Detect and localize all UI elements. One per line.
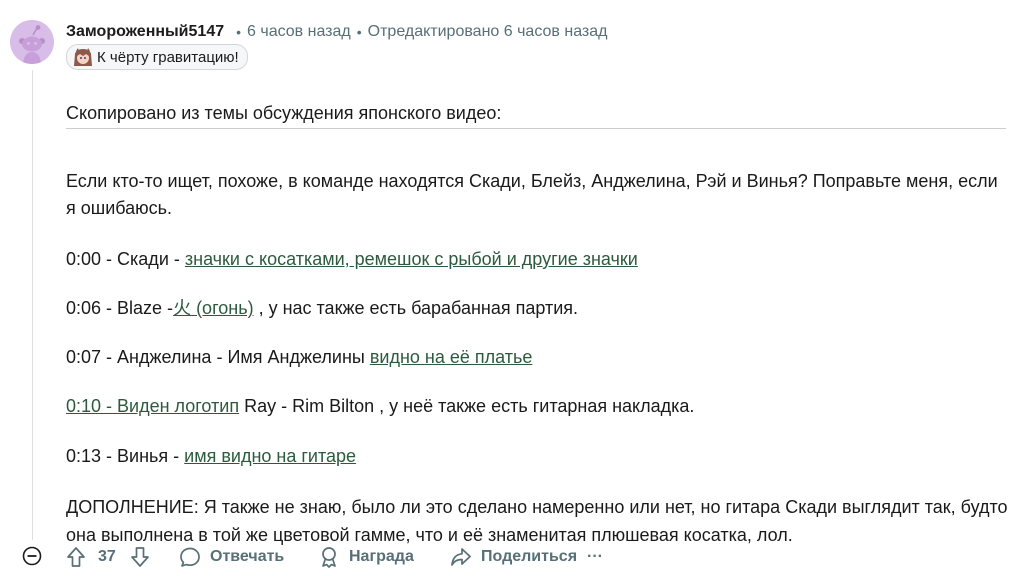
upvote-arrow-icon xyxy=(67,547,85,567)
comment-paragraph: Если кто-то ищет, похоже, в команде нахо… xyxy=(66,171,998,218)
timestamp-line-3: 0:07 - Анджелина - Имя Анджелины видно н… xyxy=(66,344,532,370)
edited-label: Отредактировано 6 часов назад xyxy=(367,23,608,40)
collapse-thread-button[interactable] xyxy=(22,546,42,566)
downvote-arrow-icon xyxy=(131,547,149,567)
comment-container: Замороженный5147 • 6 часов назад • Отред… xyxy=(0,0,1024,576)
line-text: 0:06 - Blaze - xyxy=(66,298,174,318)
meta-separator: • xyxy=(236,24,242,40)
share-button[interactable]: Поделиться xyxy=(449,542,577,572)
downvote-button[interactable] xyxy=(128,542,152,572)
meta-separator: • xyxy=(356,24,362,40)
avatar[interactable] xyxy=(10,20,54,64)
timestamp-line-1: 0:00 - Скади - значки с косатками, ремеш… xyxy=(66,246,638,272)
timestamp-line-2: 0:06 - Blaze -火 (огонь) , у нас также ес… xyxy=(66,295,578,321)
link-skadi-badges[interactable]: значки с косатками, ремешок с рыбой и др… xyxy=(185,249,638,269)
timestamp-line-5: 0:13 - Винья - имя видно на гитаре xyxy=(66,443,356,469)
upvote-button[interactable] xyxy=(64,542,88,572)
horizontal-rule xyxy=(66,128,1006,129)
username[interactable]: Замороженный5147 xyxy=(66,23,224,41)
link-angelina-dress[interactable]: видно на её платье xyxy=(370,347,533,367)
line-text: , у нас также есть барабанная партия. xyxy=(253,298,579,318)
comment-addendum: ДОПОЛНЕНИЕ: Я также не знаю, было ли это… xyxy=(66,497,1008,545)
award-label: Награда xyxy=(349,548,414,565)
comment-bubble-icon xyxy=(180,547,200,567)
comment-timestamp[interactable]: 6 часов назад xyxy=(247,23,351,41)
line-text: 0:07 - Анджелина - Имя Анджелины xyxy=(66,347,370,367)
reply-button[interactable]: Отвечать xyxy=(178,542,284,572)
link-blaze-fire[interactable]: 火 (огонь) xyxy=(173,298,254,318)
line-text: 0:13 - Винья - xyxy=(66,446,185,466)
link-vigna-guitar[interactable]: имя видно на гитаре xyxy=(184,446,356,466)
flair-text: К чёрту гравитацию! xyxy=(97,48,239,66)
reply-label: Отвечать xyxy=(210,548,285,565)
user-flair: К чёрту гравитацию! xyxy=(66,44,248,70)
thread-line[interactable] xyxy=(32,70,33,540)
more-options-icon: ··· xyxy=(587,548,603,565)
timestamp-line-4: 0:10 - Виден логотип Ray - Rim Bilton , … xyxy=(66,393,694,419)
link-ray-logo[interactable]: 0:10 - Виден логотип xyxy=(66,396,239,416)
comment-header: Замороженный5147 • 6 часов назад • Отред… xyxy=(66,20,607,44)
collapse-minus-icon xyxy=(22,546,42,566)
anime-character-emoji-icon xyxy=(71,47,95,67)
share-label: Поделиться xyxy=(481,548,578,565)
award-button[interactable]: Награда xyxy=(317,542,414,572)
more-options-button[interactable]: ··· xyxy=(587,542,603,572)
comment-intro: Скопировано из темы обсуждения японского… xyxy=(66,103,502,123)
vote-count: 37 xyxy=(98,548,116,565)
award-medal-icon xyxy=(322,547,336,568)
share-arrow-icon xyxy=(451,548,471,566)
line-text: Ray - Rim Bilton , у неё также есть гита… xyxy=(239,396,695,416)
line-text: 0:00 - Скади - xyxy=(66,249,185,269)
snoo-avatar-icon xyxy=(10,20,54,64)
